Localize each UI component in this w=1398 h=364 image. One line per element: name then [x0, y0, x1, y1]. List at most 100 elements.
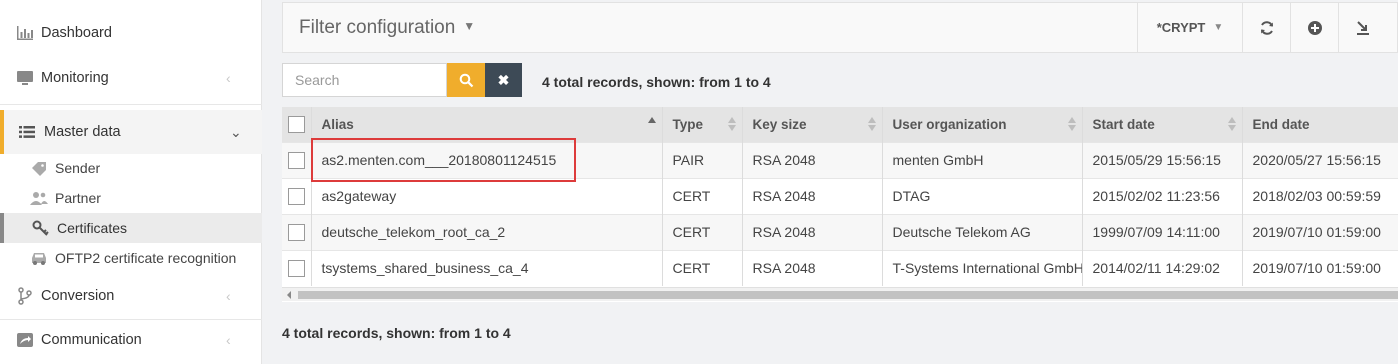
refresh-button[interactable]: [1242, 3, 1290, 52]
scroll-left-icon[interactable]: [287, 291, 291, 299]
sidebar-item-monitoring[interactable]: Monitoring ‹: [0, 56, 262, 100]
sidebar-subitem-partner[interactable]: Partner: [0, 183, 262, 213]
users-icon: [30, 192, 48, 205]
sort-ascending-icon: [647, 117, 656, 133]
table-row[interactable]: tsystems_shared_business_ca_4 CERT RSA 2…: [282, 249, 1398, 286]
row-select-cell: [282, 213, 312, 250]
monitor-icon: [17, 71, 33, 85]
sidebar-subitem-sender[interactable]: Sender: [0, 153, 262, 183]
filter-configuration-dropdown[interactable]: Filter configuration ▼: [299, 17, 475, 39]
divider: [0, 104, 262, 105]
sidebar-item-label: Communication: [41, 332, 142, 348]
sidebar-item-label: Monitoring: [41, 70, 109, 86]
column-header-user-organization[interactable]: User organization: [882, 107, 1083, 142]
column-label: End date: [1252, 116, 1310, 132]
sidebar-item-communication[interactable]: Communication ‹: [0, 318, 262, 362]
table-header-row: Alias Type Key size User organization St…: [282, 107, 1398, 142]
cell-end-date: 2020/05/27 15:56:15: [1242, 141, 1398, 178]
filter-toolbar: Filter configuration ▼ *CRYPT ▼: [282, 2, 1398, 53]
column-header-key-size[interactable]: Key size: [742, 107, 883, 142]
sidebar-item-label: Dashboard: [41, 25, 112, 41]
cell-alias[interactable]: as2gateway: [311, 177, 663, 214]
cell-start-date: 2015/05/29 15:56:15: [1082, 141, 1243, 178]
sidebar-item-conversion[interactable]: Conversion ‹: [0, 274, 262, 318]
cell-user-organization: DTAG: [882, 177, 1083, 214]
add-button[interactable]: [1290, 3, 1338, 52]
cell-user-organization: menten GmbH: [882, 141, 1083, 178]
table-row[interactable]: deutsche_telekom_root_ca_2 CERT RSA 2048…: [282, 213, 1398, 250]
sidebar-item-label: Conversion: [41, 288, 115, 304]
chevron-left-icon: ‹: [226, 332, 231, 348]
sidebar-subitem-label: Certificates: [57, 220, 128, 236]
import-button[interactable]: [1338, 3, 1386, 52]
close-icon: ✖: [497, 71, 510, 88]
column-header-alias[interactable]: Alias: [311, 107, 663, 142]
scrollbar-thumb[interactable]: [298, 291, 1398, 299]
sidebar-item-dashboard[interactable]: Dashboard: [0, 11, 262, 55]
cell-user-organization: Deutsche Telekom AG: [882, 213, 1083, 250]
sidebar-subitem-certificates[interactable]: Certificates: [0, 213, 262, 243]
column-label: Type: [672, 116, 704, 132]
chevron-left-icon: ‹: [226, 70, 231, 86]
crypt-filter-button[interactable]: *CRYPT ▼: [1137, 3, 1242, 52]
cell-type: PAIR: [662, 141, 743, 178]
bar-chart-icon: [17, 26, 33, 40]
sidebar: Dashboard Monitoring ‹ Master data ⌄ Sen…: [0, 0, 262, 364]
search-input[interactable]: [282, 63, 447, 97]
chevron-down-icon: ▼: [463, 19, 476, 33]
row-checkbox[interactable]: [288, 187, 305, 205]
chevron-down-icon: ▼: [1213, 22, 1224, 33]
sidebar-subitem-label: OFTP2 certificate recognition: [55, 250, 237, 266]
table-row[interactable]: as2gateway CERT RSA 2048 DTAG 2015/02/02…: [282, 177, 1398, 214]
cell-alias[interactable]: as2.menten.com___20180801124515: [311, 141, 663, 178]
records-summary-top: 4 total records, shown: from 1 to 4: [542, 74, 771, 90]
sidebar-subitem-oftp2[interactable]: OFTP2 certificate recognition: [0, 243, 262, 273]
key-icon: [32, 220, 49, 236]
sort-icon: [867, 117, 876, 133]
cell-start-date: 2014/02/11 14:29:02: [1082, 249, 1243, 286]
row-checkbox[interactable]: [288, 260, 305, 278]
car-icon: [32, 253, 46, 265]
cell-end-date: 2018/02/03 00:59:59: [1242, 177, 1398, 214]
records-summary-bottom: 4 total records, shown: from 1 to 4: [282, 325, 511, 341]
column-label: Key size: [752, 116, 807, 132]
column-header-start-date[interactable]: Start date: [1082, 107, 1243, 142]
sidebar-item-master-data[interactable]: Master data ⌄: [0, 110, 262, 154]
row-checkbox[interactable]: [288, 151, 305, 169]
share-icon: [17, 333, 33, 347]
cell-type: CERT: [662, 213, 743, 250]
search-button[interactable]: [447, 63, 485, 97]
column-header-type[interactable]: Type: [662, 107, 743, 142]
select-all-cell: [282, 107, 312, 142]
certificates-table: Alias Type Key size User organization St…: [282, 107, 1398, 302]
cell-key-size: RSA 2048: [742, 249, 883, 286]
list-icon: [19, 126, 35, 138]
clear-search-button[interactable]: ✖: [485, 63, 522, 97]
chevron-left-icon: ‹: [226, 288, 231, 304]
cell-start-date: 2015/02/02 11:23:56: [1082, 177, 1243, 214]
cell-type: CERT: [662, 177, 743, 214]
select-all-checkbox[interactable]: [288, 115, 305, 133]
column-label: Start date: [1092, 116, 1155, 132]
column-label: Alias: [321, 116, 354, 132]
cell-alias[interactable]: tsystems_shared_business_ca_4: [311, 249, 663, 286]
table-row[interactable]: as2.menten.com___20180801124515 PAIR RSA…: [282, 141, 1398, 178]
filter-title: Filter configuration: [299, 17, 456, 38]
search-icon: [459, 73, 473, 87]
column-label: User organization: [892, 116, 1007, 132]
refresh-icon: [1260, 20, 1273, 35]
crypt-label: *CRYPT: [1156, 20, 1206, 35]
column-header-end-date[interactable]: End date: [1242, 107, 1398, 142]
cell-end-date: 2019/07/10 01:59:00: [1242, 249, 1398, 286]
plus-circle-icon: [1307, 20, 1322, 35]
row-select-cell: [282, 141, 312, 178]
cell-key-size: RSA 2048: [742, 213, 883, 250]
cell-alias[interactable]: deutsche_telekom_root_ca_2: [311, 213, 663, 250]
download-icon: [1356, 20, 1369, 35]
sort-icon: [1067, 117, 1076, 133]
cell-key-size: RSA 2048: [742, 177, 883, 214]
row-checkbox[interactable]: [288, 223, 305, 241]
sidebar-subitem-label: Sender: [55, 160, 101, 176]
horizontal-scrollbar[interactable]: [282, 287, 1398, 301]
row-select-cell: [282, 249, 312, 286]
